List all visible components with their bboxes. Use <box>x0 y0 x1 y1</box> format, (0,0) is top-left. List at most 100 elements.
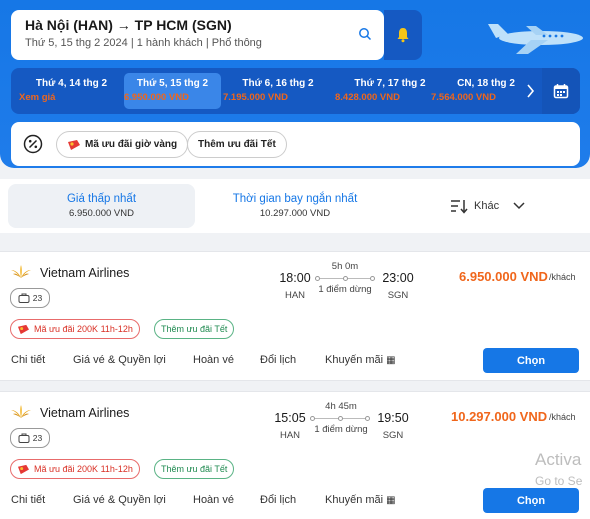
price-per-passenger: /khách <box>549 272 576 282</box>
choose-button[interactable]: Chọn <box>483 348 579 373</box>
sort-title: Thời gian bay ngắn nhất <box>232 193 358 205</box>
chip-label: Thêm ưu đãi Tết <box>198 139 276 150</box>
promo-tag-200k[interactable]: Mã ưu đãi 200K 11h-12h <box>10 459 140 479</box>
price-per-passenger: /khách <box>549 412 576 422</box>
ticket-icon <box>18 464 29 474</box>
tab-promotions[interactable]: Khuyến mãi ▦ <box>325 494 396 506</box>
tet-promo-chip[interactable]: Thêm ưu đãi Tết <box>187 131 287 158</box>
date-label: Thứ 4, 14 thg 2 <box>35 78 108 89</box>
date-label: Thứ 6, 16 thg 2 <box>242 78 314 89</box>
golden-hour-promo-chip[interactable]: Mã ưu đãi giờ vàng <box>56 131 189 158</box>
sort-cheapest-tab[interactable]: Giá thấp nhất 6.950.000 VND <box>8 184 195 228</box>
flight-duration: 4h 45m <box>325 401 357 412</box>
baggage-count: 23 <box>32 293 43 303</box>
promo-tag-200k[interactable]: Mã ưu đãi 200K 11h-12h <box>10 319 140 339</box>
date-label: Thứ 7, 17 thg 2 <box>354 78 426 89</box>
promo-tag-tet[interactable]: Thêm ưu đãi Tết <box>154 319 235 339</box>
arrive-code: SGN <box>382 430 404 441</box>
tab-refund[interactable]: Hoàn vé <box>193 354 234 366</box>
gift-icon: ▦ <box>386 495 396 506</box>
route-dot <box>338 416 343 421</box>
date-price: 7.564.000 VND <box>431 92 496 103</box>
airline-name: Vietnam Airlines <box>40 406 130 420</box>
sort-bar: Giá thấp nhất 6.950.000 VND Thời gian ba… <box>0 179 590 233</box>
baggage-badge: 23 <box>10 288 50 308</box>
search-summary[interactable]: Hà Nội (HAN) → TP HCM (SGN) Thứ 5, 15 th… <box>11 10 384 60</box>
date-price: 7.195.000 VND <box>223 92 288 103</box>
windows-activation-watermark-sub: Go to Se <box>535 474 583 488</box>
tab-reschedule[interactable]: Đổi lịch <box>260 494 296 506</box>
route-title: Hà Nội (HAN) → TP HCM (SGN) <box>25 17 232 33</box>
depart-time: 18:00 <box>279 271 311 285</box>
date-tab[interactable]: CN, 18 thg 2 7.564.000 VND <box>431 73 541 109</box>
arrive-time: 23:00 <box>382 271 414 285</box>
route-dot <box>365 416 370 421</box>
sort-more-label: Khác <box>474 200 500 212</box>
stops-info: 1 điểm dừng <box>318 284 372 295</box>
tab-refund[interactable]: Hoàn vé <box>193 494 234 506</box>
depart-code: HAN <box>279 430 301 441</box>
flight-duration: 5h 0m <box>331 261 359 272</box>
date-tab[interactable]: Thứ 7, 17 thg 2 8.428.000 VND <box>335 73 445 109</box>
stops-info: 1 điểm dừng <box>314 424 368 435</box>
bell-icon <box>397 28 409 43</box>
baggage-count: 23 <box>32 433 43 443</box>
discount-percent-icon <box>23 134 43 154</box>
luggage-icon <box>18 433 30 443</box>
sort-more-dropdown[interactable]: Khác <box>450 198 525 214</box>
promo-bar: Mã ưu đãi giờ vàng Thêm ưu đãi Tết <box>11 122 580 166</box>
tab-details[interactable]: Chi tiết <box>11 494 45 506</box>
sort-value: 10.297.000 VND <box>259 208 331 219</box>
baggage-badge: 23 <box>10 428 50 448</box>
gift-icon: ▦ <box>386 355 396 366</box>
chevron-down-icon <box>513 202 525 210</box>
route-dot <box>370 276 375 281</box>
chevron-right-icon[interactable] <box>526 84 535 98</box>
flight-price: 6.950.000 VND <box>459 269 548 284</box>
tab-fare-benefits[interactable]: Giá vé & Quyền lợi <box>73 494 166 506</box>
promo-tag-tet[interactable]: Thêm ưu đãi Tết <box>154 459 235 479</box>
date-tab-active[interactable]: Thứ 5, 15 thg 2 6.950.000 VND <box>124 73 221 109</box>
vietnam-airlines-logo-icon <box>11 405 31 418</box>
route-dot <box>343 276 348 281</box>
date-label: CN, 18 thg 2 <box>457 78 515 89</box>
calendar-button[interactable] <box>542 68 580 114</box>
chip-label: Mã ưu đãi giờ vàng <box>85 139 178 150</box>
tab-reschedule[interactable]: Đổi lịch <box>260 354 296 366</box>
sort-fastest-tab[interactable]: Thời gian bay ngắn nhất 10.297.000 VND <box>200 193 390 219</box>
vietnam-airlines-logo-icon <box>11 265 31 278</box>
ticket-icon <box>68 139 80 150</box>
depart-time: 15:05 <box>274 411 306 425</box>
sort-icon <box>451 200 468 214</box>
flight-price: 10.297.000 VND <box>451 409 548 424</box>
windows-activation-watermark: Activa <box>535 450 582 469</box>
sort-value: 6.950.000 VND <box>69 208 134 219</box>
tab-details[interactable]: Chi tiết <box>11 354 45 366</box>
date-label: Thứ 5, 15 thg 2 <box>136 78 209 89</box>
promo-tag-label: Thêm ưu đãi Tết <box>161 324 228 334</box>
route-dot <box>310 416 315 421</box>
tab-promotions[interactable]: Khuyến mãi ▦ <box>325 354 396 366</box>
luggage-icon <box>18 293 30 303</box>
airline-name: Vietnam Airlines <box>40 266 130 280</box>
date-selector: Thứ 4, 14 thg 2 Xem giá Thứ 5, 15 thg 2 … <box>11 68 580 114</box>
search-icon[interactable] <box>358 27 372 41</box>
flight-card[interactable]: Vietnam Airlines 23 Mã ưu đãi 200K 11h-1… <box>0 391 590 519</box>
tab-fare-benefits[interactable]: Giá vé & Quyền lợi <box>73 354 166 366</box>
price-alert-button[interactable] <box>384 10 422 60</box>
tab-promotions-label: Khuyến mãi <box>325 494 384 506</box>
choose-button[interactable]: Chọn <box>483 488 579 513</box>
promo-tag-label: Mã ưu đãi 200K 11h-12h <box>34 324 133 334</box>
date-price: 8.428.000 VND <box>335 92 400 103</box>
flight-card[interactable]: Vietnam Airlines 23 Mã ưu đãi 200K 11h-1… <box>0 251 590 381</box>
promo-tag-label: Thêm ưu đãi Tết <box>161 464 228 474</box>
date-tab[interactable]: Thứ 4, 14 thg 2 Xem giá <box>19 73 124 109</box>
airplane-illustration-icon <box>488 24 583 54</box>
calendar-icon <box>553 84 569 99</box>
search-details: Thứ 5, 15 thg 2 2024 | 1 hành khách | Ph… <box>25 37 262 49</box>
route-dot <box>315 276 320 281</box>
arrive-code: SGN <box>387 290 409 301</box>
date-tab[interactable]: Thứ 6, 16 thg 2 7.195.000 VND <box>223 73 333 109</box>
arrive-time: 19:50 <box>377 411 409 425</box>
tab-promotions-label: Khuyến mãi <box>325 354 384 366</box>
